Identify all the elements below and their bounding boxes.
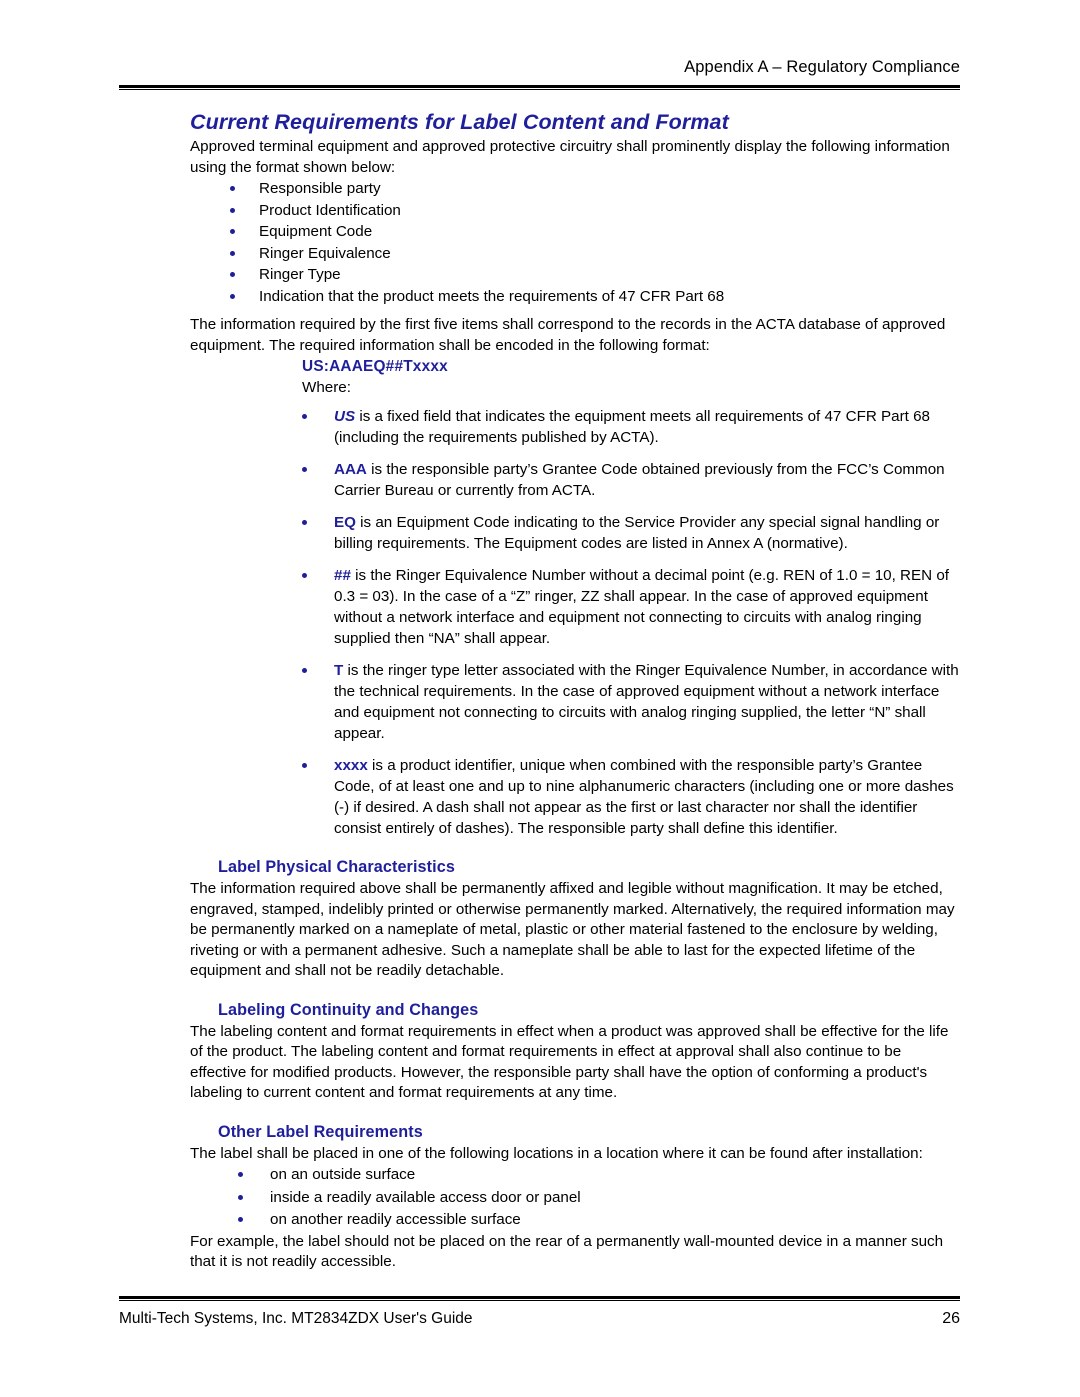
other-label-requirements-intro: The label shall be placed in one of the … xyxy=(190,1144,923,1162)
footer-rule xyxy=(119,1296,960,1301)
definition-term: xxxx xyxy=(334,757,368,774)
requirement-list: Responsible party Product Identification E… xyxy=(230,178,960,307)
bullet-icon xyxy=(238,1217,243,1222)
bullet-icon xyxy=(302,467,307,472)
definition-text: is the ringer type letter associated wit… xyxy=(334,662,959,742)
footer-source: Multi-Tech Systems, Inc. MT2834ZDX User'… xyxy=(119,1310,473,1327)
list-item: Responsible party xyxy=(230,178,960,199)
definition-term: T xyxy=(334,662,344,679)
list-item: inside a readily available access door o… xyxy=(238,1187,960,1208)
definition-list-item: xxxx is a product identifier, unique whe… xyxy=(302,755,960,839)
intro-paragraph: Approved terminal equipment and approved… xyxy=(190,138,950,176)
section-heading-other-label-requirements: Other Label Requirements xyxy=(218,1122,423,1141)
running-head: Appendix A – Regulatory Compliance xyxy=(684,58,960,76)
document-page: Appendix A – Regulatory Compliance Curre… xyxy=(0,0,1080,1397)
definition-text: is a fixed field that indicates the equi… xyxy=(334,408,930,446)
acta-paragraph: The information required by the first fi… xyxy=(190,316,946,354)
definition-term: US xyxy=(334,408,356,425)
bullet-icon xyxy=(230,229,235,234)
list-item-label: Ringer Type xyxy=(259,266,341,283)
bullet-icon xyxy=(302,414,307,419)
list-item-label: Equipment Code xyxy=(259,223,373,240)
definition-list-item: US is a fixed field that indicates the e… xyxy=(302,406,960,448)
definition-list-item: AAA is the responsible party’s Grantee C… xyxy=(302,459,960,501)
list-item: Ringer Equivalence xyxy=(230,243,960,264)
bullet-icon xyxy=(230,272,235,277)
definition-term: EQ xyxy=(334,514,356,531)
section-paragraph-label-physical-characteristics: The information required above shall be … xyxy=(190,880,955,979)
definition-list-item: EQ is an Equipment Code indicating to th… xyxy=(302,512,960,554)
list-item-label: Product Identification xyxy=(259,201,401,219)
label-location-list: on an outside surface inside a readily av… xyxy=(238,1164,960,1230)
footer-page-number: 26 xyxy=(942,1310,960,1327)
list-item: Indication that the product meets the re… xyxy=(230,286,960,307)
list-item: Ringer Type xyxy=(230,264,960,285)
list-item-label: on an outside surface xyxy=(270,1166,416,1183)
bullet-icon xyxy=(302,573,307,578)
page-header: Appendix A – Regulatory Compliance xyxy=(119,56,960,90)
bullet-icon xyxy=(230,186,235,191)
list-item-label: on another readily accessible surface xyxy=(270,1211,521,1228)
definition-text: is the Ringer Equivalence Number without… xyxy=(334,567,950,647)
list-item: on another readily accessible surface xyxy=(238,1209,960,1230)
page-title: Current Requirements for Label Content a… xyxy=(190,110,729,134)
definition-term: AAA xyxy=(334,461,367,478)
list-item-label: Ringer Equivalence xyxy=(259,244,391,262)
bullet-icon xyxy=(230,250,235,256)
definition-text: is an Equipment Code indicating to the S… xyxy=(334,514,940,552)
document-body: Current Requirements for Label Content a… xyxy=(190,109,960,1273)
format-definition-list: US is a fixed field that indicates the e… xyxy=(302,406,960,839)
list-item-label: Indication that the product meets the re… xyxy=(259,287,725,305)
bullet-icon xyxy=(238,1194,243,1200)
where-label: Where: xyxy=(302,379,351,396)
bullet-icon xyxy=(302,763,307,768)
bullet-icon xyxy=(302,668,307,673)
list-item-label: Responsible party xyxy=(259,180,381,197)
bullet-icon xyxy=(238,1172,243,1177)
definition-term: ## xyxy=(334,567,351,584)
bullet-icon xyxy=(230,293,235,299)
definition-text: is a product identifier, unique when com… xyxy=(334,757,954,837)
footer-row: Multi-Tech Systems, Inc. MT2834ZDX User'… xyxy=(119,1308,960,1329)
definition-text: is the responsible party’s Grantee Code … xyxy=(334,461,945,499)
definition-list-item: ## is the Ringer Equivalence Number with… xyxy=(302,565,960,649)
definition-list-item: T is the ringer type letter associated w… xyxy=(302,660,960,744)
format-code: US:AAAEQ##Txxxx xyxy=(302,358,448,375)
list-item-label: inside a readily available access door o… xyxy=(270,1188,581,1206)
section-paragraph-labeling-continuity-and-changes: The labeling content and format requirem… xyxy=(190,1022,949,1102)
list-item: on an outside surface xyxy=(238,1164,960,1185)
list-item: Product Identification xyxy=(230,200,960,221)
bullet-icon xyxy=(230,207,235,213)
section-heading-labeling-continuity-and-changes: Labeling Continuity and Changes xyxy=(218,1000,479,1019)
section-heading-label-physical-characteristics: Label Physical Characteristics xyxy=(218,858,455,876)
other-label-requirements-closing: For example, the label should not be pla… xyxy=(190,1232,944,1271)
bullet-icon xyxy=(302,520,307,525)
list-item: Equipment Code xyxy=(230,221,960,242)
header-rule xyxy=(119,85,960,90)
page-footer: Multi-Tech Systems, Inc. MT2834ZDX User'… xyxy=(119,1296,960,1329)
